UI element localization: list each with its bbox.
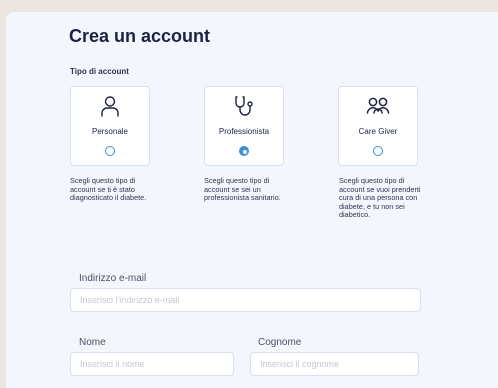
account-type-radio-personale[interactable] [105, 146, 115, 156]
page-title: Crea un account [69, 26, 211, 46]
account-type-description-care-giver: Scegli questo tipo di account se vuoi pr… [339, 176, 421, 219]
last-name-label: Cognome [258, 337, 302, 348]
account-type-description-professionista: Scegli questo tipo di account se sei un … [204, 176, 281, 202]
first-name-field[interactable] [70, 352, 234, 376]
account-type-label-personale: Personale [91, 127, 129, 136]
account-type-radio-care-giver[interactable] [373, 146, 383, 156]
account-type-label-care-giver: Care Giver [358, 127, 398, 136]
account-type-label-professionista: Professionista [218, 127, 270, 136]
account-type-professionista[interactable]: Professionista [204, 86, 284, 166]
account-type-care-giver[interactable]: Care Giver [338, 86, 418, 166]
group-icon [339, 94, 417, 118]
account-type-label: Tipo di account [70, 67, 129, 76]
person-icon [71, 94, 149, 118]
first-name-label: Nome [79, 337, 106, 348]
email-field[interactable] [70, 288, 421, 312]
stethoscope-icon [205, 94, 283, 118]
account-type-personale[interactable]: Personale [70, 86, 150, 166]
account-type-radio-professionista[interactable] [239, 146, 249, 156]
account-type-description-personale: Scegli questo tipo di account se ti è st… [70, 176, 147, 202]
last-name-field[interactable] [250, 352, 419, 376]
email-label: Indirizzo e-mail [79, 273, 147, 284]
